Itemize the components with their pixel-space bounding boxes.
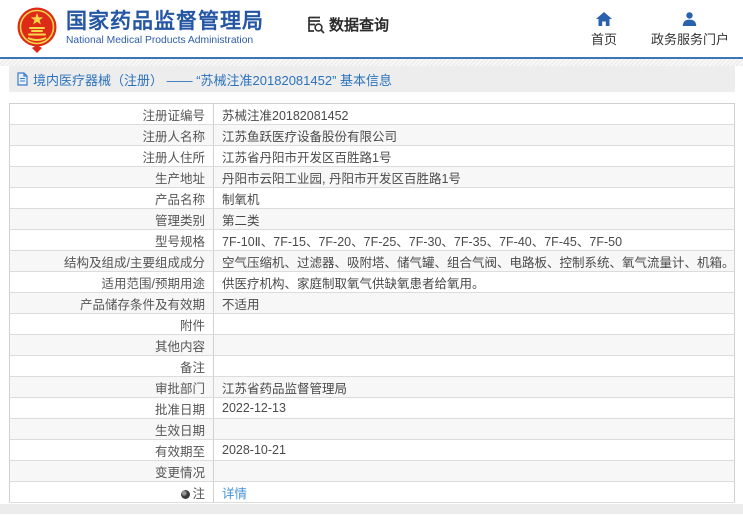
data-search-icon	[308, 16, 325, 34]
row-label: 变更情况	[9, 460, 214, 482]
table-row: 注册证编号 苏械注准20182081452	[9, 103, 735, 125]
national-emblem-logo	[17, 7, 57, 53]
table-row: 注册人名称 江苏鱼跃医疗设备股份有限公司	[9, 124, 735, 146]
row-value: 供医疗机构、家庭制取氧气供缺氧患者给氧用。	[213, 271, 735, 293]
data-query-label: 数据查询	[329, 17, 390, 34]
table-row: 适用范围/预期用途 供医疗机构、家庭制取氧气供缺氧患者给氧用。	[9, 271, 735, 293]
row-label: 其他内容	[9, 334, 214, 356]
note-icon	[181, 489, 191, 499]
row-label: 批准日期	[9, 397, 214, 419]
nav-item-gov-portal[interactable]: 政务服务门户	[650, 11, 729, 48]
row-value: 丹阳市云阳工业园, 丹阳市开发区百胜路1号	[213, 166, 735, 188]
row-value: 制氧机	[213, 187, 735, 209]
row-label: 有效期至	[9, 439, 214, 461]
row-value: 江苏省丹阳市开发区百胜路1号	[213, 145, 735, 167]
row-label: 注册人住所	[9, 145, 214, 167]
row-label: 型号规格	[9, 229, 214, 251]
row-value	[213, 313, 735, 335]
row-label: 管理类别	[9, 208, 214, 230]
table-row: 审批部门 江苏省药品监督管理局	[9, 376, 735, 398]
row-label: 审批部门	[9, 376, 214, 398]
table-row: 其他内容	[9, 334, 735, 356]
nav-item-home[interactable]: 首页	[590, 11, 617, 48]
site-header: 国家药品监督管理局 National Medical Products Admi…	[0, 0, 743, 57]
nav-label-gov-portal: 政务服务门户	[650, 31, 729, 47]
table-row: 注册人住所 江苏省丹阳市开发区百胜路1号	[9, 145, 735, 167]
details-link[interactable]: 详情	[222, 487, 247, 501]
top-nav: 首页 政务服务门户	[590, 11, 729, 48]
row-label: 附件	[9, 313, 214, 335]
row-value: 苏械注准20182081452	[213, 103, 735, 125]
org-name-cn: 国家药品监督管理局	[66, 10, 264, 33]
row-value: 2022-12-13	[213, 397, 735, 419]
org-name-en: National Medical Products Administration	[66, 35, 254, 46]
row-value	[213, 355, 735, 377]
table-row: 生效日期	[9, 418, 735, 440]
home-icon	[595, 11, 612, 26]
row-label: 生效日期	[9, 418, 214, 440]
row-label: 注册人名称	[9, 124, 214, 146]
row-value	[213, 334, 735, 356]
row-label: 注	[9, 481, 214, 503]
table-row: 生产地址 丹阳市云阳工业园, 丹阳市开发区百胜路1号	[9, 166, 735, 188]
row-value: 2028-10-21	[213, 439, 735, 461]
row-label: 生产地址	[9, 166, 214, 188]
document-icon	[17, 72, 28, 86]
table-row: 型号规格 7F-10Ⅱ、7F-15、7F-20、7F-25、7F-30、7F-35…	[9, 229, 735, 251]
row-value: 不适用	[213, 292, 735, 314]
row-value	[213, 460, 735, 482]
row-label: 产品储存条件及有效期	[9, 292, 214, 314]
row-value: 江苏省药品监督管理局	[213, 376, 735, 398]
row-label: 备注	[9, 355, 214, 377]
page-title-bar: 境内医疗器械（注册） —— “苏械注准20182081452” 基本信息	[9, 66, 735, 92]
table-row: 有效期至 2028-10-21	[9, 439, 735, 461]
page-title: 境内医疗器械（注册） —— “苏械注准20182081452” 基本信息	[33, 72, 393, 88]
hatch-texture-strip	[0, 59, 743, 66]
registration-info-section: 注册证编号 苏械注准20182081452 注册人名称 江苏鱼跃医疗设备股份有限公司注…	[9, 103, 735, 503]
row-value: 江苏鱼跃医疗设备股份有限公司	[213, 124, 735, 146]
user-icon	[683, 11, 697, 26]
table-row: 产品名称 制氧机	[9, 187, 735, 209]
row-value	[213, 418, 735, 440]
registration-info-table: 注册证编号 苏械注准20182081452 注册人名称 江苏鱼跃医疗设备股份有限公司注…	[9, 103, 735, 503]
row-label: 注册证编号	[9, 103, 214, 125]
row-label: 适用范围/预期用途	[9, 271, 214, 293]
row-value: 空气压缩机、过滤器、吸附塔、储气罐、组合气阀、电路板、控制系统、氧气流量计、机箱…	[213, 250, 735, 272]
table-row: 结构及组成/主要组成成分 空气压缩机、过滤器、吸附塔、储气罐、组合气阀、电路板、控…	[9, 250, 735, 272]
row-label: 结构及组成/主要组成成分	[9, 250, 214, 272]
table-row: 变更情况	[9, 460, 735, 482]
nav-label-home: 首页	[590, 31, 617, 47]
table-row: 产品储存条件及有效期 不适用	[9, 292, 735, 314]
table-row: 附件	[9, 313, 735, 335]
info-table-body: 注册证编号 苏械注准20182081452 注册人名称 江苏鱼跃医疗设备股份有限公司注…	[9, 103, 735, 503]
row-label: 产品名称	[9, 187, 214, 209]
row-value: 7F-10Ⅱ、7F-15、7F-20、7F-25、7F-30、7F-35、7F-…	[213, 229, 735, 251]
footer-strip	[0, 504, 743, 514]
table-row: 注详情	[9, 481, 735, 503]
row-value: 第二类	[213, 208, 735, 230]
row-value: 详情	[213, 481, 735, 503]
data-query-button[interactable]: 数据查询	[306, 14, 389, 35]
org-title-block: 国家药品监督管理局 National Medical Products Admi…	[66, 10, 264, 47]
table-row: 批准日期 2022-12-13	[9, 397, 735, 419]
table-row: 管理类别 第二类	[9, 208, 735, 230]
table-row: 备注	[9, 355, 735, 377]
